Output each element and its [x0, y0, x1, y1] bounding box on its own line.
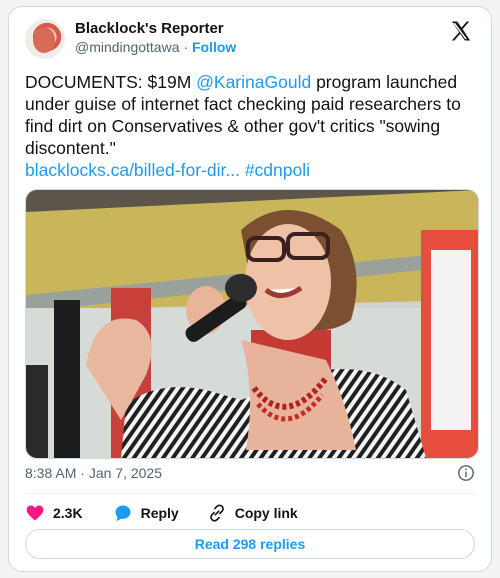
tweet-timestamp[interactable]: 8:38 AM · Jan 7, 2025 [25, 465, 162, 481]
action-bar: 2.3K Reply Copy link [25, 503, 298, 523]
photo-illustration [26, 190, 478, 458]
handle-separator: · [183, 39, 189, 55]
follow-button[interactable]: Follow [192, 39, 236, 55]
reply-label: Reply [140, 505, 179, 521]
tweet-text-start: DOCUMENTS: $19M [25, 72, 197, 92]
mention-link[interactable]: @KarinaGould [196, 72, 311, 92]
tweet-text: DOCUMENTS: $19M @KarinaGould program lau… [25, 71, 475, 181]
account-handle[interactable]: @mindingottawa [75, 39, 180, 55]
copy-link-button[interactable]: Copy link [207, 503, 298, 523]
link-icon [209, 504, 224, 522]
avatar[interactable] [25, 19, 65, 59]
article-link[interactable]: blacklocks.ca/billed-for-dir... [25, 160, 240, 180]
tweet-date: Jan 7, 2025 [88, 465, 162, 481]
handle-row: @mindingottawa · Follow [75, 39, 236, 55]
tweet-time: 8:38 AM [25, 465, 77, 481]
tweet-card: Blacklock's Reporter @mindingottawa · Fo… [8, 6, 492, 572]
hashtag-link[interactable]: #cdnpoli [245, 160, 310, 180]
account-name[interactable]: Blacklock's Reporter [75, 20, 224, 37]
like-count: 2.3K [53, 505, 83, 521]
meta-separator: · [80, 465, 85, 481]
info-icon[interactable] [457, 464, 475, 482]
reply-button[interactable]: Reply [113, 503, 179, 523]
reply-bubble-icon [115, 505, 131, 522]
avatar-face [33, 27, 55, 53]
like-button[interactable]: 2.3K [25, 503, 83, 523]
heart-icon [26, 505, 44, 521]
tweet-photo[interactable] [25, 189, 479, 459]
read-replies-button[interactable]: Read 298 replies [25, 529, 475, 559]
copy-link-label: Copy link [234, 505, 298, 521]
divider [25, 493, 475, 494]
x-logo-icon[interactable] [449, 19, 473, 43]
